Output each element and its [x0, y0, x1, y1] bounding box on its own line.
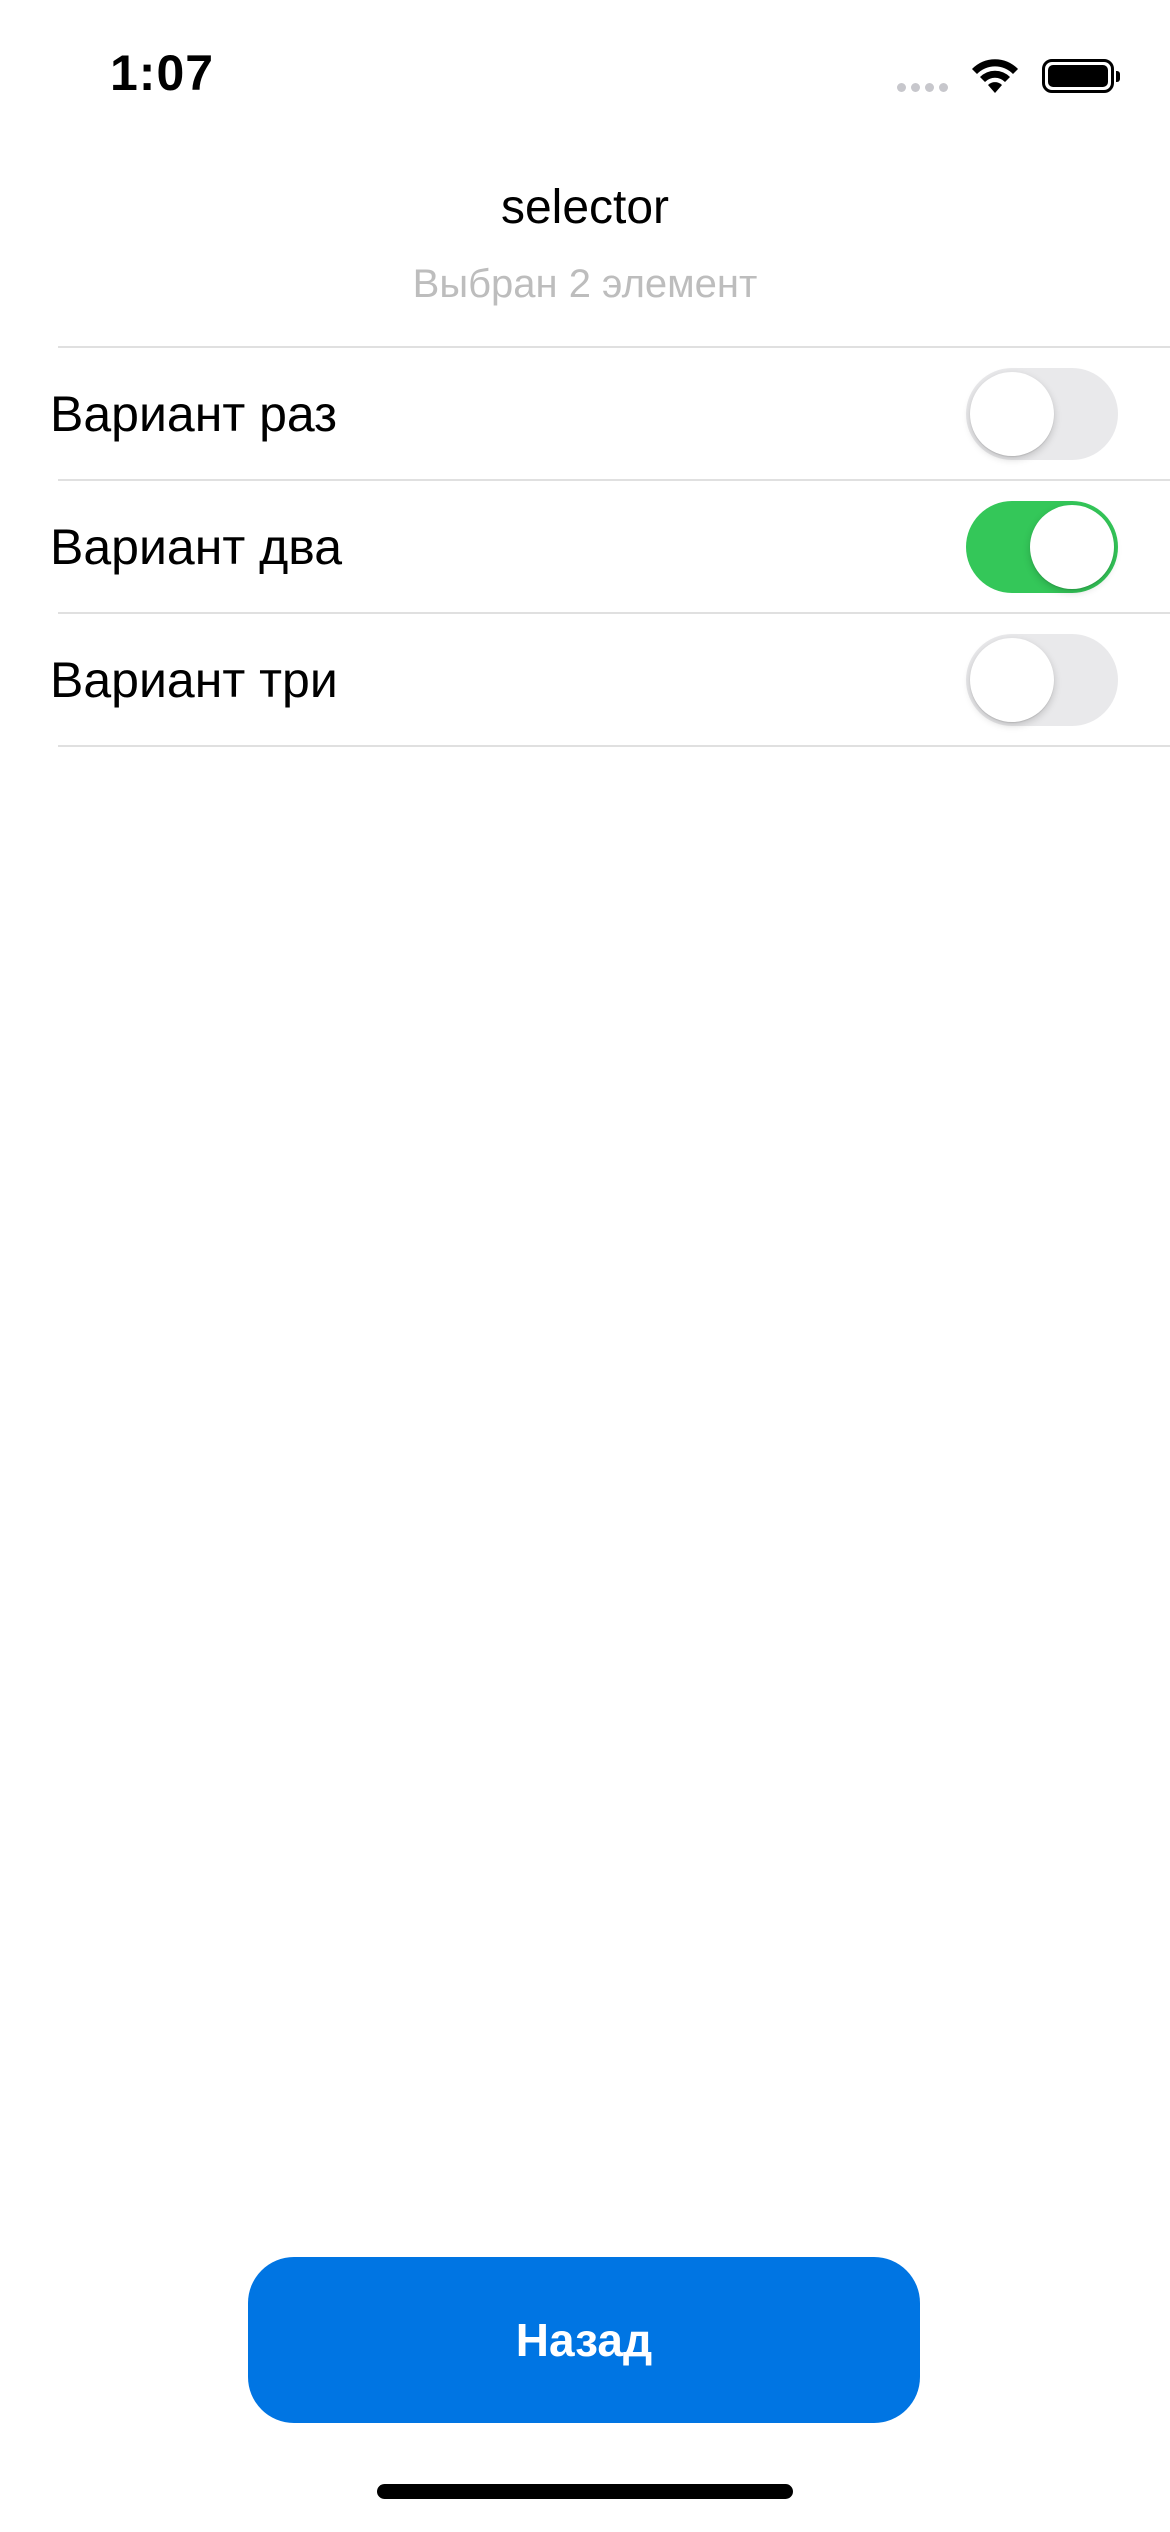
battery-icon	[1042, 59, 1120, 93]
status-bar: 1:07	[0, 0, 1170, 150]
toggle-knob	[970, 372, 1054, 456]
screen: 1:07 selector Выбран 2 элемент Вариант р…	[0, 0, 1170, 2532]
option-row-2[interactable]: Вариант два	[0, 481, 1170, 612]
option-toggle-3[interactable]	[966, 634, 1118, 726]
divider	[58, 745, 1170, 747]
toggle-knob	[1030, 505, 1114, 589]
option-label: Вариант два	[50, 518, 343, 575]
home-indicator	[377, 2484, 793, 2499]
toggle-knob	[970, 638, 1054, 722]
option-row-1[interactable]: Вариант раз	[0, 348, 1170, 479]
option-toggle-1[interactable]	[966, 368, 1118, 460]
option-row-3[interactable]: Вариант три	[0, 614, 1170, 745]
cellular-signal-icon	[897, 60, 948, 92]
option-toggle-2[interactable]	[966, 501, 1118, 593]
back-button[interactable]: Назад	[248, 2257, 920, 2423]
wifi-icon	[970, 57, 1020, 95]
status-icons	[897, 54, 1120, 98]
option-label: Вариант три	[50, 651, 338, 708]
options-list: Вариант раз Вариант два Вариант три	[0, 346, 1170, 747]
page-title: selector	[500, 181, 670, 234]
option-label: Вариант раз	[50, 385, 338, 442]
selection-count-subtitle: Выбран 2 элемент	[412, 262, 758, 306]
status-time: 1:07	[110, 45, 215, 101]
